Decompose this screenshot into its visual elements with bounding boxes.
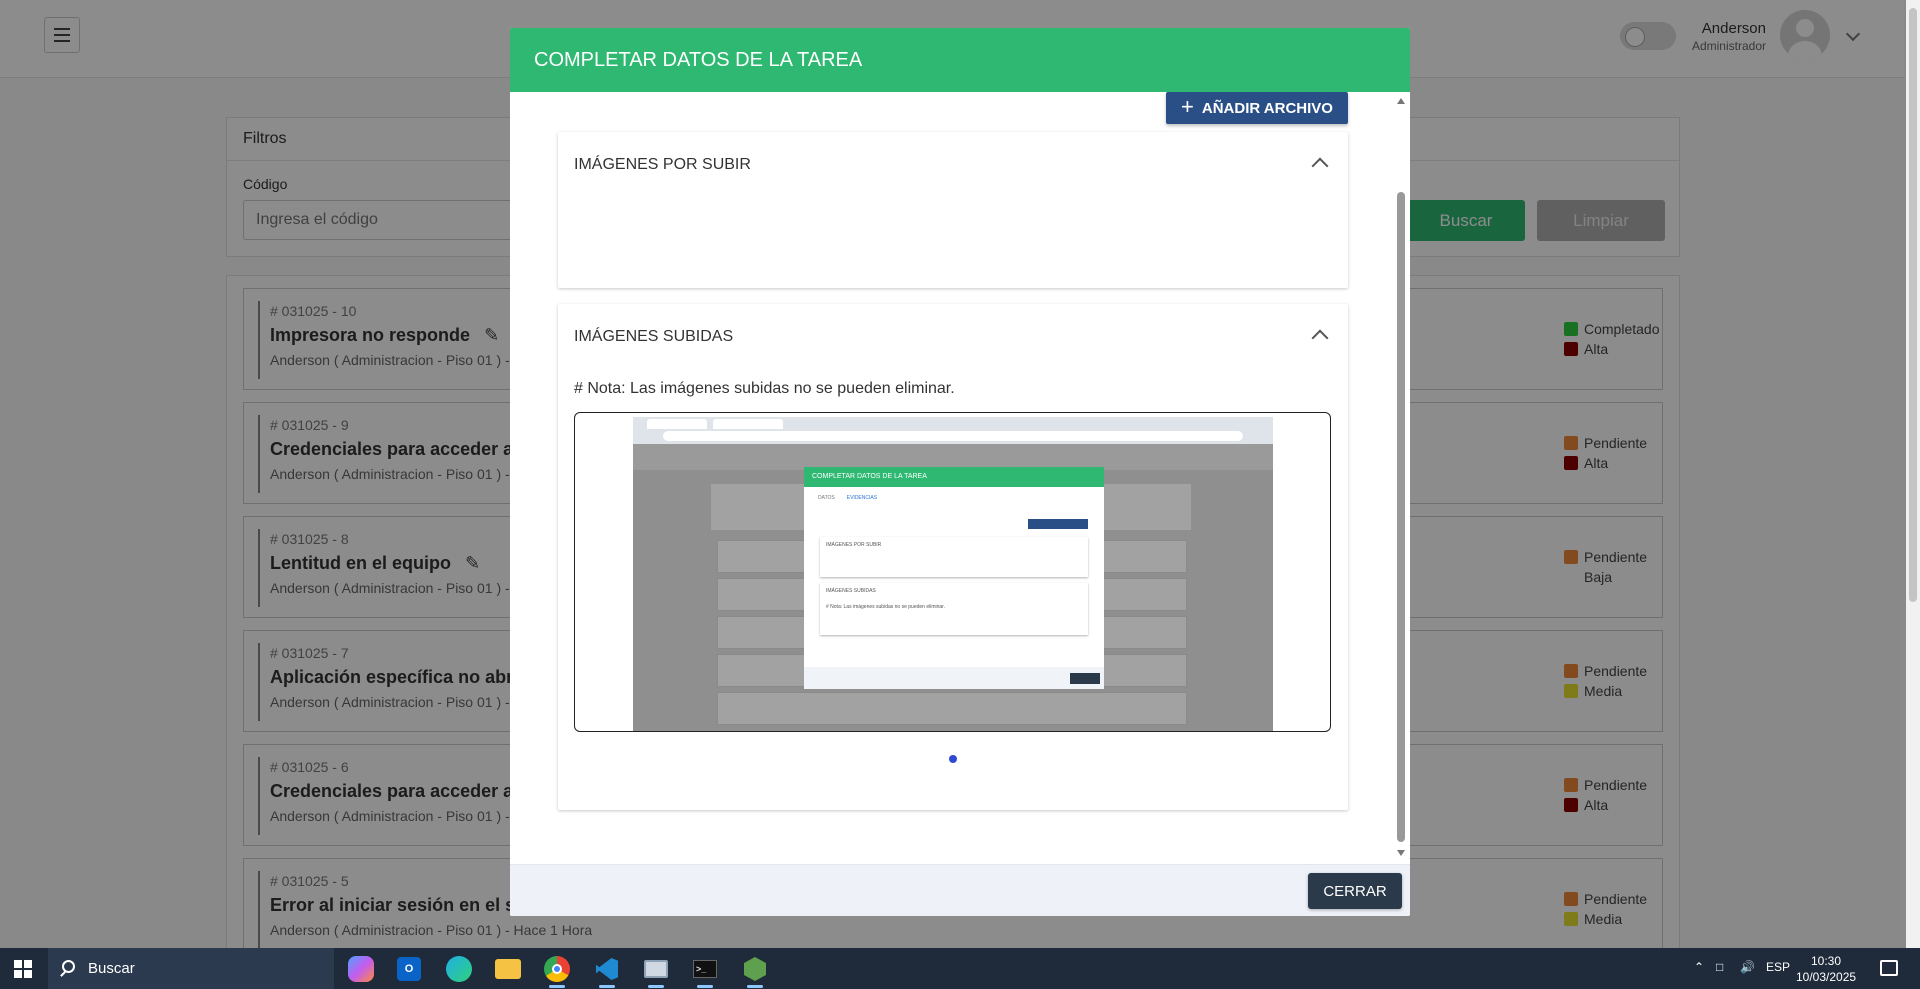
pending-images-title[interactable]: IMÁGENES POR SUBIR [574,156,751,174]
chrome-icon[interactable] [542,954,572,988]
volume-icon[interactable]: 🔊 [1740,960,1755,974]
modal-footer: CERRAR [510,864,1410,916]
vscode-icon[interactable] [592,954,622,988]
add-file-label: AÑADIR ARCHIVO [1201,99,1333,117]
modal-scrollbar[interactable] [1396,92,1406,856]
uploaded-images-panel: IMÁGENES SUBIDAS # Nota: Las imágenes su… [558,304,1348,810]
taskbar-search[interactable]: Buscar [48,948,334,989]
modal-scrollbar-thumb[interactable] [1397,192,1405,842]
search-icon [62,960,75,973]
windows-start-icon[interactable] [14,960,32,978]
chevron-up-icon[interactable] [1311,157,1329,175]
outlook-icon[interactable]: O [397,957,421,981]
chevron-up-icon[interactable]: ⌃ [1694,960,1704,974]
uploaded-images-title[interactable]: IMÁGENES SUBIDAS [574,328,733,346]
clock-date: 10/03/2025 [1796,970,1857,984]
thumbnail-browser-chrome [633,417,1273,444]
nodejs-icon[interactable] [740,954,770,988]
edge-browser-icon[interactable] [446,956,472,982]
terminal-icon[interactable]: >_ [690,954,720,988]
copilot-icon[interactable] [348,956,374,982]
page-scrollbar[interactable] [1906,0,1920,948]
chevron-up-icon[interactable] [1311,329,1329,347]
windows-taskbar: Buscar O >_ ⌃ □ 🔊 ESP 10:30 10/03/2025 [0,948,1920,989]
add-file-button[interactable]: + AÑADIR ARCHIVO [1166,92,1348,124]
carousel-indicator-dot[interactable] [949,755,957,763]
plus-icon: + [1181,94,1194,119]
network-icon[interactable]: □ [1716,960,1723,974]
remote-desktop-icon[interactable] [641,954,671,988]
clock-time: 10:30 [1810,954,1842,968]
complete-task-modal: COMPLETAR DATOS DE LA TAREA + AÑADIR ARC… [510,28,1410,916]
page-scrollbar-thumb[interactable] [1909,8,1917,602]
language-indicator[interactable]: ESP [1766,960,1790,974]
modal-title: COMPLETAR DATOS DE LA TAREA [510,28,1410,92]
close-button[interactable]: CERRAR [1308,873,1402,909]
screenshot-thumbnail: COMPLETAR DATOS DE LA TAREA DATOS EVIDENC… [633,417,1273,731]
file-explorer-icon[interactable] [495,959,521,979]
note-text: # Nota: Las imágenes subidas no se puede… [574,380,955,397]
modal-body: + AÑADIR ARCHIVO IMÁGENES POR SUBIR IMÁG… [510,92,1410,862]
clock[interactable]: 10:30 10/03/2025 [1796,953,1856,985]
pending-images-panel: IMÁGENES POR SUBIR [558,132,1348,288]
notifications-icon[interactable] [1880,960,1898,976]
scroll-up-arrow-icon[interactable] [1397,98,1405,104]
scroll-down-arrow-icon[interactable] [1397,850,1405,856]
thumbnail-modal: COMPLETAR DATOS DE LA TAREA DATOS EVIDENC… [804,467,1104,689]
taskbar-search-label: Buscar [88,960,135,977]
uploaded-image-preview[interactable]: COMPLETAR DATOS DE LA TAREA DATOS EVIDENC… [574,412,1331,732]
